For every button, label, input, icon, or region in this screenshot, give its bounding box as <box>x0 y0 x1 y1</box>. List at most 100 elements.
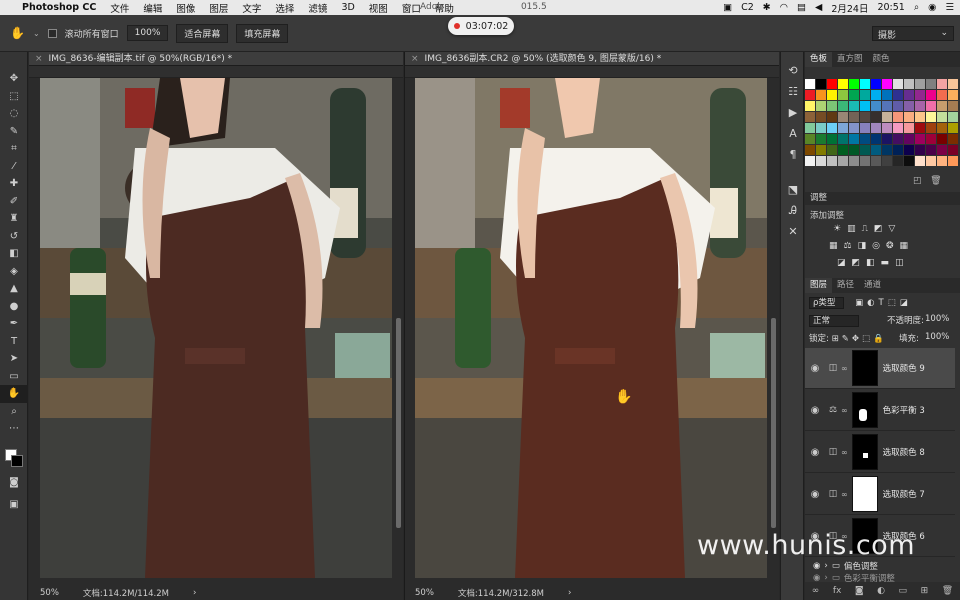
color-swatch[interactable] <box>948 79 958 89</box>
selective-color-icon[interactable]: ◫ <box>895 258 904 268</box>
color-swatch[interactable] <box>882 123 892 133</box>
color-swatch[interactable] <box>816 134 826 144</box>
color-swatch[interactable] <box>893 145 903 155</box>
eyedropper-tool-icon[interactable]: ⁄ <box>0 158 28 176</box>
volume-icon[interactable]: ◀ <box>815 2 822 13</box>
chevron-right-icon[interactable]: › <box>568 588 571 598</box>
properties-panel-icon[interactable]: ☷ <box>781 81 805 102</box>
color-swatch[interactable] <box>893 90 903 100</box>
color-swatch[interactable] <box>805 145 815 155</box>
photo-filter-icon[interactable]: ◎ <box>872 241 880 251</box>
vertical-scrollbar-right[interactable] <box>770 78 777 578</box>
color-swatch[interactable] <box>871 90 881 100</box>
color-swatch[interactable] <box>915 134 925 144</box>
exposure-icon[interactable]: ◩ <box>874 224 883 234</box>
screen-record-icon[interactable]: ▣ <box>723 2 732 13</box>
eye-icon[interactable]: ◉ <box>805 405 825 416</box>
pen-tool-icon[interactable]: ✒ <box>0 315 28 333</box>
quick-mask-icon[interactable]: ◙ <box>0 474 28 492</box>
color-swatch[interactable] <box>904 90 914 100</box>
color-swatch[interactable] <box>882 156 892 166</box>
trash-icon[interactable]: 🗑 <box>942 586 953 596</box>
tool-preset-chevron-icon[interactable]: ⌄ <box>33 29 40 38</box>
color-swatch[interactable] <box>816 79 826 89</box>
link-layers-icon[interactable]: ∞ <box>812 586 820 596</box>
color-swatch[interactable] <box>871 156 881 166</box>
eye-icon[interactable]: ◉ <box>805 489 825 500</box>
layer-row[interactable]: ◉ ◫ ∞ 选取颜色 7 <box>805 474 955 515</box>
color-swatch[interactable] <box>893 101 903 111</box>
color-swatch[interactable] <box>948 112 958 122</box>
menu-image[interactable]: 图像 <box>176 1 195 15</box>
eye-icon[interactable]: ◉ <box>813 561 820 571</box>
color-swatch[interactable] <box>849 90 859 100</box>
color-swatch[interactable] <box>827 101 837 111</box>
color-swatch[interactable] <box>871 123 881 133</box>
color-swatch[interactable] <box>816 112 826 122</box>
color-swatch[interactable] <box>838 79 848 89</box>
layer-group-row[interactable]: ◉ › ▭ 偏色调整 <box>805 560 955 572</box>
color-swatch[interactable] <box>860 145 870 155</box>
color-swatch[interactable] <box>838 134 848 144</box>
layer-kind-filter[interactable]: ρ类型 ▣◐T⬚◪ <box>809 296 912 309</box>
color-swatch[interactable] <box>838 145 848 155</box>
paint-bucket-tool-icon[interactable]: ◈ <box>0 263 28 281</box>
color-swatch[interactable] <box>893 156 903 166</box>
brightness-icon[interactable]: ☀ <box>833 224 841 234</box>
document-tab-left[interactable]: × IMG_8636-编辑副本.tif @ 50%(RGB/16*) * <box>29 52 403 66</box>
more-tools-icon[interactable]: ⋯ <box>0 420 28 438</box>
color-swatch[interactable] <box>838 123 848 133</box>
opacity-value[interactable]: 100% <box>925 314 949 324</box>
color-swatch[interactable] <box>805 123 815 133</box>
fit-screen-button[interactable]: 适合屏幕 <box>176 23 229 43</box>
color-swatch[interactable] <box>849 123 859 133</box>
fx-icon[interactable]: fx <box>833 586 842 596</box>
menu-app-name[interactable]: Photoshop CC <box>22 2 96 13</box>
color-swatch[interactable] <box>827 134 837 144</box>
color-swatch[interactable] <box>805 134 815 144</box>
curves-icon[interactable]: ⎍ <box>862 224 868 234</box>
black-white-icon[interactable]: ◨ <box>858 241 867 251</box>
layer-row[interactable]: ◉ ⚖ ∞ 色彩平衡 3 <box>805 390 955 431</box>
menu-type[interactable]: 文字 <box>242 1 261 15</box>
paragraph-panel-icon[interactable]: ¶ <box>781 144 805 165</box>
menu-select[interactable]: 选择 <box>275 1 294 15</box>
tab-histogram[interactable]: 直方图 <box>832 52 868 67</box>
document-size-right[interactable]: 文档:114.2M/312.8M <box>458 587 544 599</box>
layer-row[interactable]: ◉ ◫ ∞ 选取颜色 8 <box>805 432 955 473</box>
vertical-scrollbar-left[interactable] <box>395 78 402 578</box>
color-swatch[interactable] <box>827 156 837 166</box>
color-swatch[interactable] <box>827 90 837 100</box>
color-swatch[interactable] <box>926 90 936 100</box>
menu-3d[interactable]: 3D <box>341 2 354 13</box>
color-swatch[interactable] <box>904 123 914 133</box>
color-swatch[interactable] <box>915 90 925 100</box>
color-swatch[interactable] <box>937 134 947 144</box>
crop-tool-icon[interactable]: ⌗ <box>0 140 28 158</box>
color-swatch[interactable] <box>849 112 859 122</box>
color-swatch[interactable] <box>937 123 947 133</box>
color-swatch[interactable] <box>871 112 881 122</box>
tab-layers[interactable]: 图层 <box>805 278 833 293</box>
color-swatch[interactable] <box>849 156 859 166</box>
background-color-swatch[interactable] <box>11 455 23 467</box>
color-swatch[interactable] <box>948 134 958 144</box>
color-swatch[interactable] <box>915 123 925 133</box>
eraser-tool-icon[interactable]: ◧ <box>0 245 28 263</box>
history-brush-tool-icon[interactable]: ↺ <box>0 228 28 246</box>
wifi-icon[interactable]: ◠ <box>780 2 788 13</box>
rectangle-tool-icon[interactable]: ▭ <box>0 368 28 386</box>
tab-channels[interactable]: 通道 <box>859 278 886 293</box>
tools-crossed-icon[interactable]: ✕ <box>781 221 805 242</box>
layer-mask-thumbnail[interactable] <box>851 434 878 470</box>
color-swatch[interactable] <box>937 101 947 111</box>
menu-window[interactable]: 窗口 <box>402 1 421 15</box>
layer-mask-thumbnail[interactable] <box>851 476 878 512</box>
color-swatch[interactable] <box>827 145 837 155</box>
actions-panel-icon[interactable]: ▶ <box>781 102 805 123</box>
healing-brush-tool-icon[interactable]: ✚ <box>0 175 28 193</box>
color-swatch[interactable] <box>915 79 925 89</box>
tab-swatches[interactable]: 色板 <box>805 52 833 67</box>
color-swatch[interactable] <box>871 79 881 89</box>
fill-screen-button[interactable]: 填充屏幕 <box>236 23 289 43</box>
